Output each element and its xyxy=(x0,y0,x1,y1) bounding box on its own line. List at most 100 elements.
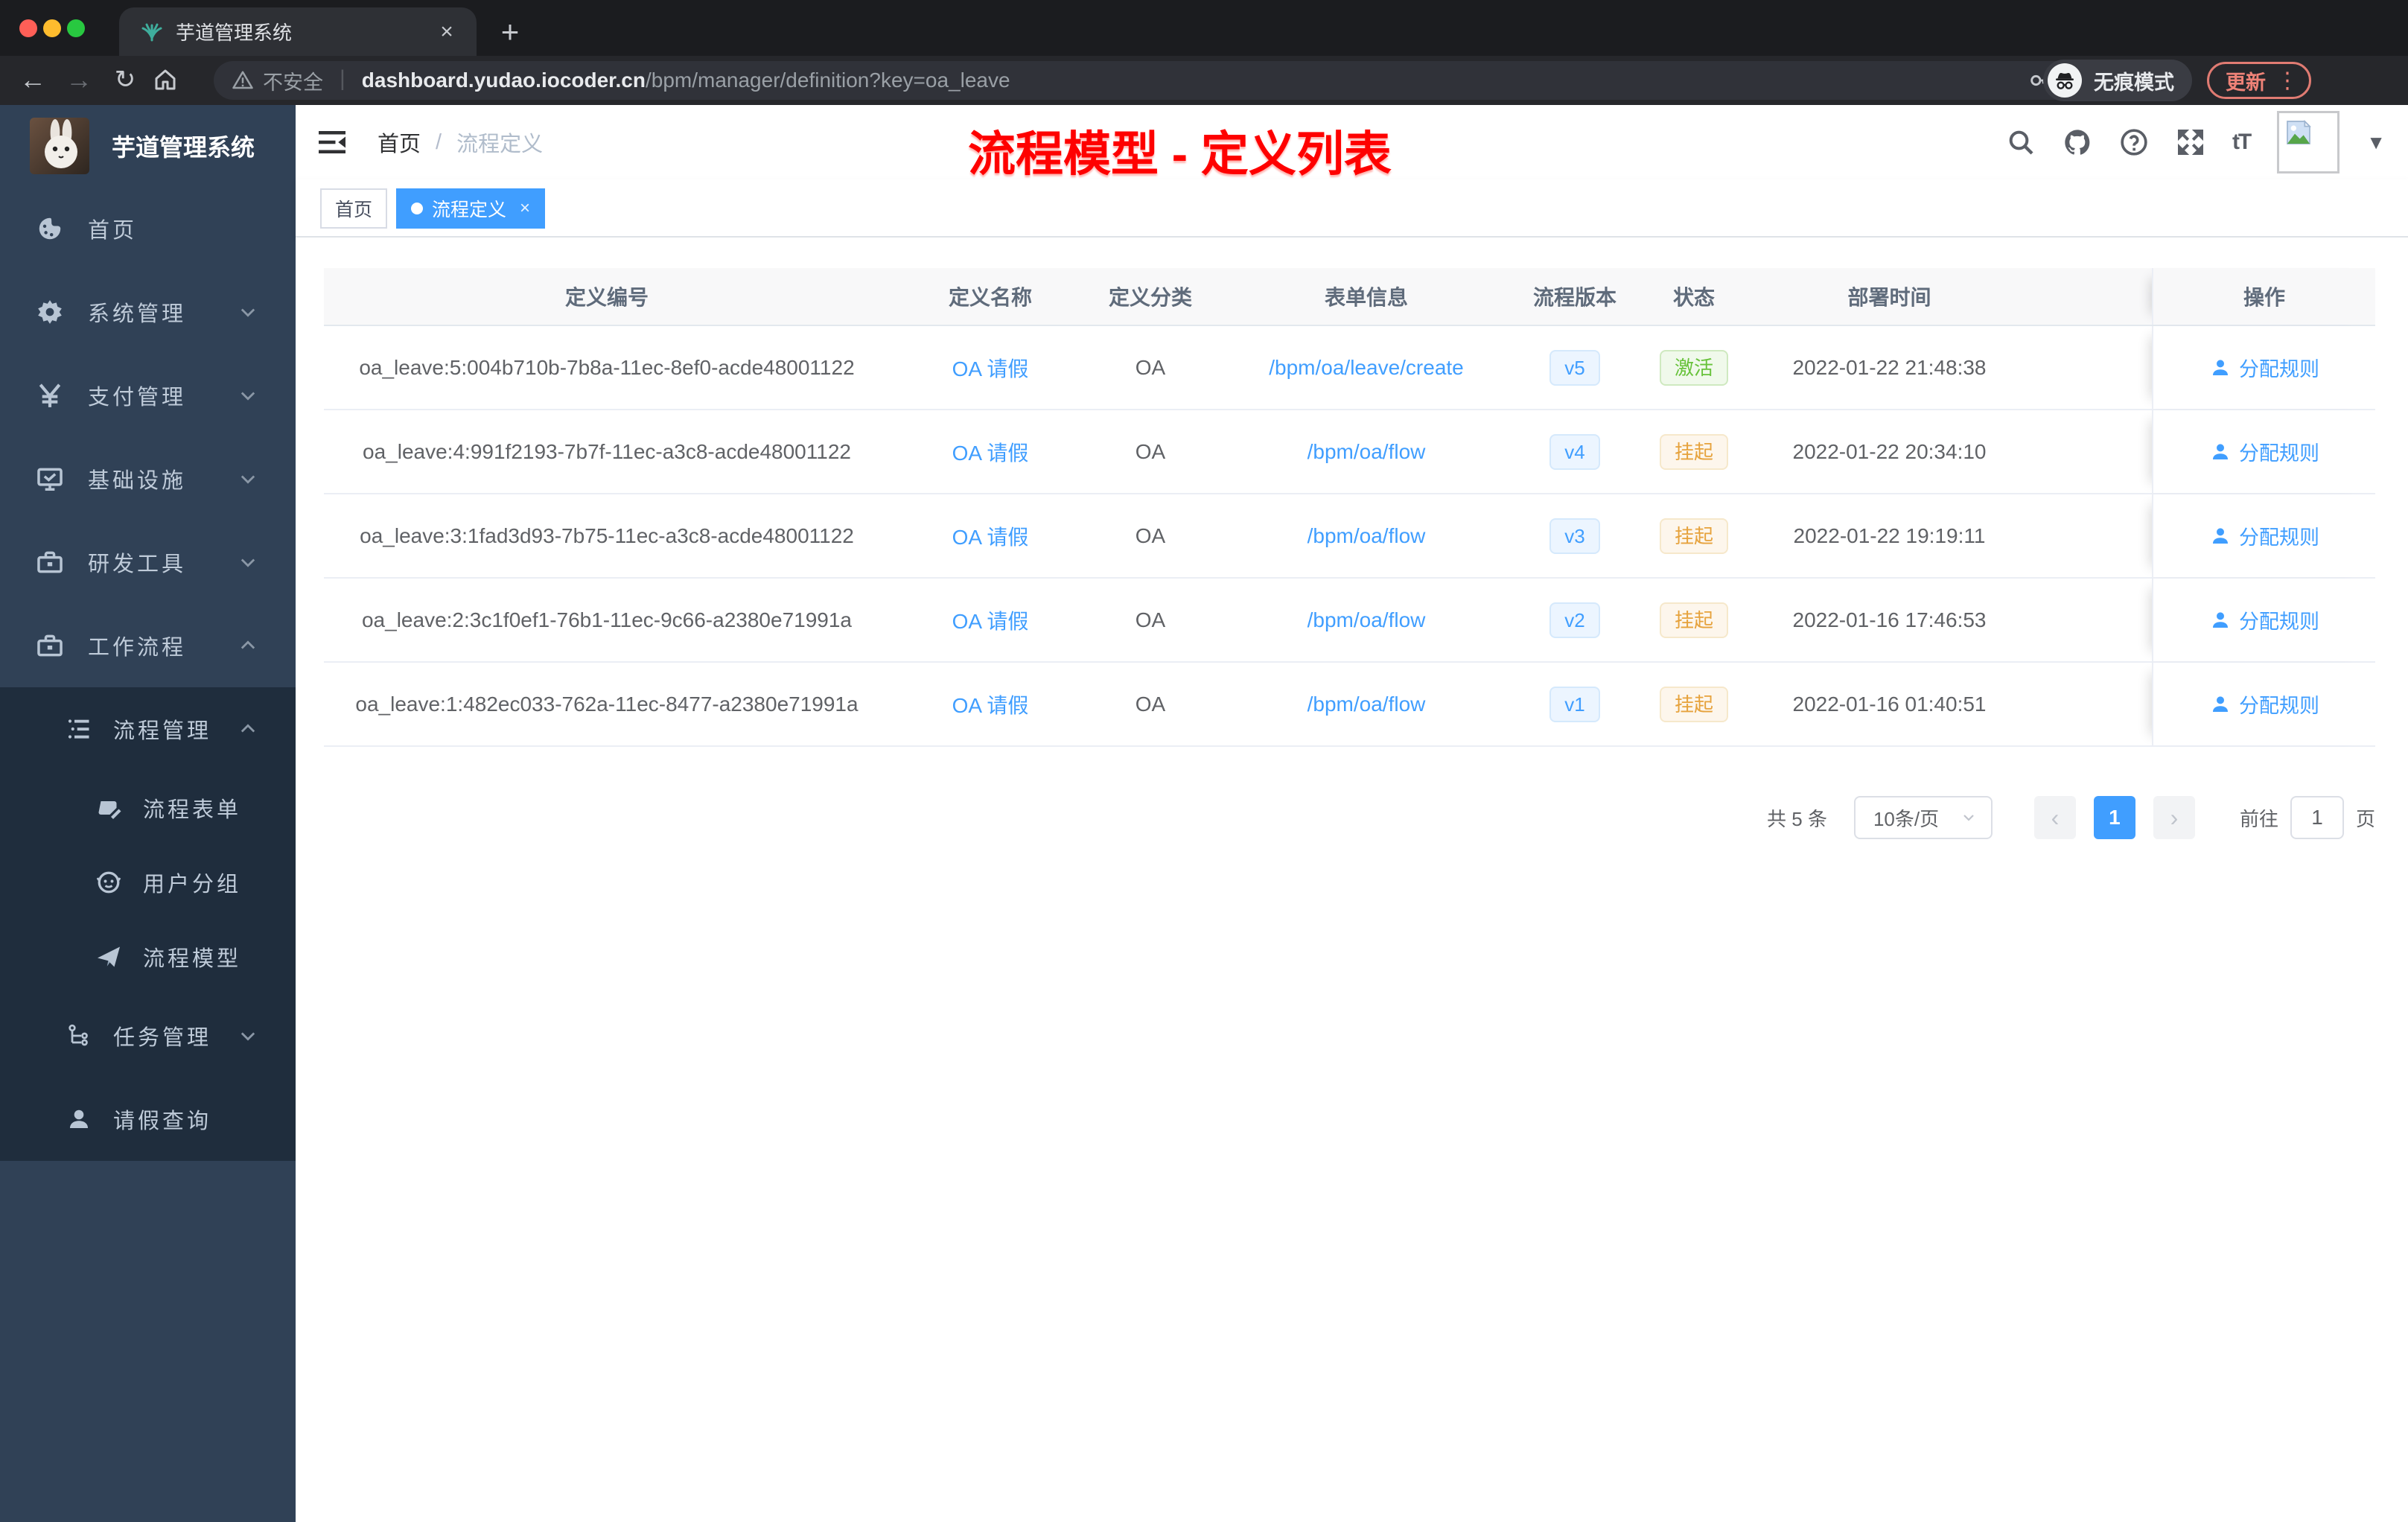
form-link[interactable]: /bpm/oa/leave/create xyxy=(1269,356,1464,380)
breadcrumb-home[interactable]: 首页 xyxy=(378,127,421,158)
sidebar-item-user-group[interactable]: 用户分组 xyxy=(0,845,296,920)
security-label[interactable]: 不安全 xyxy=(263,66,323,95)
screen: 芋道管理系统 × + ← → ↻ 不安全 | dashboard.yudao.i… xyxy=(0,0,2408,1522)
version-badge: v1 xyxy=(1549,686,1600,722)
table-row: oa_leave:1:482ec033-762a-11ec-8477-a2380… xyxy=(324,663,2375,747)
paper-plane-icon xyxy=(98,946,120,967)
sidebar-item-infrastructure[interactable]: 基础设施 xyxy=(0,437,296,520)
version-badge: v2 xyxy=(1549,602,1600,638)
assign-rule-button[interactable]: 分配规则 xyxy=(2209,437,2319,466)
broken-image-icon xyxy=(2287,119,2312,144)
window-close-button[interactable] xyxy=(19,19,37,37)
breadcrumb-current: 流程定义 xyxy=(456,133,544,156)
column-header: 部署时间 xyxy=(1847,286,1931,309)
assign-rule-button[interactable]: 分配规则 xyxy=(2209,521,2319,550)
browser-forward-button[interactable]: → xyxy=(58,56,100,105)
rabbit-icon xyxy=(45,119,77,168)
navbar-actions: tT ▼ xyxy=(2006,105,2386,179)
sidebar-item-task-management[interactable]: 任务管理 xyxy=(0,994,296,1077)
sidebar-item-label: 研发工具 xyxy=(88,553,187,576)
column-header-filler xyxy=(2018,268,2152,325)
update-label[interactable]: 更新 xyxy=(2226,66,2266,95)
pagination-goto-input[interactable] xyxy=(2290,796,2344,839)
form-link[interactable]: /bpm/oa/flow xyxy=(1307,692,1426,716)
logo-rabbit-image xyxy=(30,118,89,174)
cell-actions: 分配规则 xyxy=(2152,579,2375,661)
browser-home-button[interactable] xyxy=(152,56,194,105)
form-edit-icon xyxy=(98,801,121,819)
sidebar-item-workflow[interactable]: 工作流程 xyxy=(0,604,296,687)
avatar[interactable] xyxy=(2277,111,2340,173)
toolbox-icon xyxy=(37,551,63,573)
cell-category: OA xyxy=(1135,439,1166,463)
fullscreen-icon[interactable] xyxy=(2176,127,2205,157)
assign-rule-label: 分配规则 xyxy=(2239,358,2319,380)
search-icon[interactable] xyxy=(2006,127,2036,157)
avatar-caret-down-icon[interactable]: ▼ xyxy=(2366,131,2386,154)
definition-name-link[interactable]: OA 请假 xyxy=(952,605,1029,635)
sidebar-item-home[interactable]: 首页 xyxy=(0,187,296,270)
tab-close-icon[interactable]: × xyxy=(432,19,462,45)
sidebar-item-process-form[interactable]: 流程表单 xyxy=(0,771,296,845)
cell-category: OA xyxy=(1135,692,1166,716)
address-bar[interactable]: 不安全 | dashboard.yudao.iocoder.cn/bpm/man… xyxy=(214,61,2120,100)
browser-reload-button[interactable]: ↻ xyxy=(104,56,146,105)
column-header: 定义名称 xyxy=(948,286,1032,309)
chevron-up-icon xyxy=(241,724,255,733)
user-icon xyxy=(2213,527,2228,544)
incognito-avatar xyxy=(2048,63,2082,98)
sidebar-item-label: 系统管理 xyxy=(88,302,187,326)
definition-table: 定义编号 定义名称 定义分类 表单信息 流程版本 状态 部署时间 操作 oa_l… xyxy=(324,268,2375,747)
pagination-page-1[interactable]: 1 xyxy=(2093,796,2135,839)
window-maximize-button[interactable] xyxy=(67,19,85,37)
tag-close-icon[interactable]: × xyxy=(520,198,530,219)
sidebar-collapse-icon[interactable] xyxy=(316,127,348,157)
sidebar-item-system[interactable]: 系统管理 xyxy=(0,270,296,354)
assign-rule-button[interactable]: 分配规则 xyxy=(2209,605,2319,634)
chevron-up-icon xyxy=(241,640,255,649)
definition-name-link[interactable]: OA 请假 xyxy=(952,437,1029,467)
font-size-icon[interactable]: tT xyxy=(2232,130,2252,155)
cell-actions: 分配规则 xyxy=(2152,494,2375,577)
browser-back-button[interactable]: ← xyxy=(12,56,54,105)
pagination-prev-button[interactable]: ‹ xyxy=(2033,796,2076,839)
assign-rule-label: 分配规则 xyxy=(2239,526,2319,549)
browser-tab-strip: 芋道管理系统 × + xyxy=(0,0,2408,56)
browser-toolbar: ← → ↻ 不安全 | dashboard.yudao.iocoder.cn/b… xyxy=(0,56,2408,105)
browser-update-button[interactable]: 更新 ⋮ xyxy=(2207,62,2311,99)
dashboard-icon xyxy=(39,217,61,240)
sidebar-item-dev-tools[interactable]: 研发工具 xyxy=(0,520,296,604)
incognito-badge: 无痕模式 xyxy=(2043,60,2192,101)
status-badge: 挂起 xyxy=(1659,686,1728,722)
sidebar-logo-row[interactable]: 芋道管理系统 xyxy=(0,105,296,187)
form-link[interactable]: /bpm/oa/flow xyxy=(1307,608,1426,632)
monitor-check-icon xyxy=(37,468,63,491)
sidebar-item-process-model[interactable]: 流程模型 xyxy=(0,920,296,994)
pagination-next-button[interactable]: › xyxy=(2153,796,2195,839)
definition-name-link[interactable]: OA 请假 xyxy=(952,353,1029,383)
new-tab-button[interactable]: + xyxy=(491,13,529,51)
url-host[interactable]: dashboard.yudao.iocoder.cn xyxy=(362,69,646,92)
sidebar-item-process-management[interactable]: 流程管理 xyxy=(0,687,296,771)
assign-rule-button[interactable]: 分配规则 xyxy=(2209,353,2319,382)
tag-home[interactable]: 首页 xyxy=(320,188,388,229)
form-link[interactable]: /bpm/oa/flow xyxy=(1307,524,1426,548)
tree-list-icon xyxy=(68,719,89,739)
sidebar-item-label: 流程模型 xyxy=(143,947,242,971)
sidebar-item-leave-query[interactable]: 请假查询 xyxy=(0,1077,296,1161)
definition-name-link[interactable]: OA 请假 xyxy=(952,521,1029,551)
page-size-select[interactable]: 10条/页 xyxy=(1853,796,1993,839)
form-link[interactable]: /bpm/oa/flow xyxy=(1307,440,1426,464)
help-icon[interactable] xyxy=(2119,127,2149,157)
github-icon[interactable] xyxy=(2063,127,2092,157)
window-minimize-button[interactable] xyxy=(43,19,61,37)
assign-rule-button[interactable]: 分配规则 xyxy=(2209,690,2319,719)
cell-definition-id: oa_leave:5:004b710b-7b8a-11ec-8ef0-acde4… xyxy=(359,355,855,379)
sidebar-item-label: 支付管理 xyxy=(88,386,187,410)
browser-menu-dots-icon[interactable]: ⋮ xyxy=(2276,68,2299,94)
tag-process-definition[interactable]: 流程定义 × xyxy=(396,188,546,229)
sidebar-item-payment[interactable]: 支付管理 xyxy=(0,354,296,437)
browser-tab[interactable]: 芋道管理系统 × xyxy=(119,7,477,56)
url-path[interactable]: /bpm/manager/definition?key=oa_leave xyxy=(646,69,1010,92)
definition-name-link[interactable]: OA 请假 xyxy=(952,690,1029,719)
